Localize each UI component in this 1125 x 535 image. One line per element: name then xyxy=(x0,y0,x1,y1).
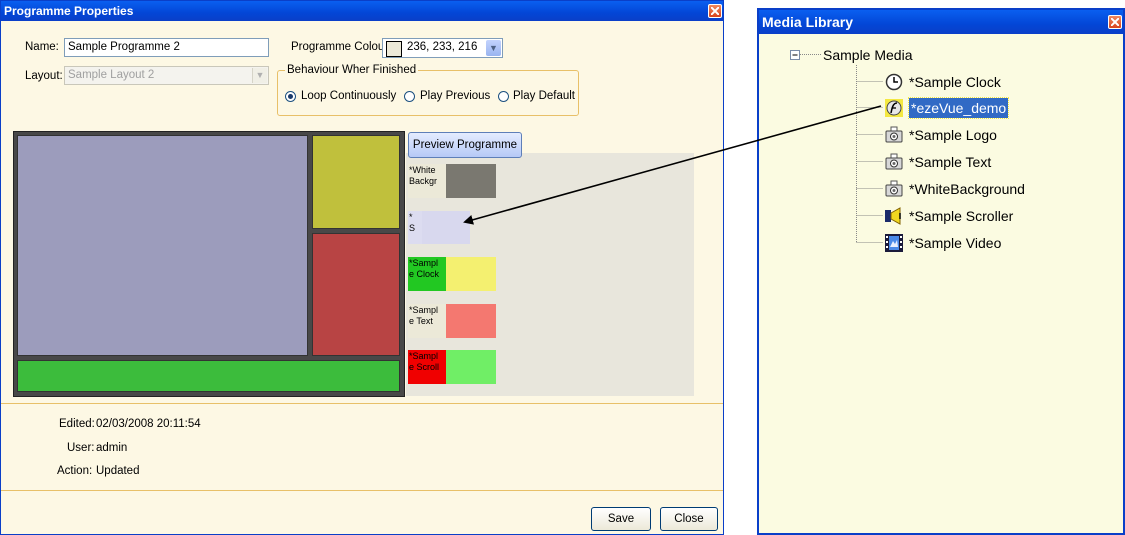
region-mid-right[interactable] xyxy=(312,233,400,356)
media-tile-white-background[interactable]: *White Backgr xyxy=(408,164,496,198)
layout-select[interactable]: Sample Layout 2 ▼ xyxy=(64,66,269,85)
play-default-label[interactable]: Play Default xyxy=(513,90,575,102)
loop-continuously-radio[interactable] xyxy=(285,91,296,102)
programme-colour-value: 236, 233, 216 xyxy=(407,41,478,53)
tree-item-ezevue-demo[interactable]: *ezeVue_demo xyxy=(885,97,1075,119)
layout-canvas xyxy=(13,131,405,397)
media-library-window: Media Library Sample Media *Sample Clock… xyxy=(757,8,1125,535)
tree-item-sample-clock[interactable]: *Sample Clock xyxy=(885,71,1075,93)
tree-item-label: *ezeVue_demo xyxy=(907,97,1010,119)
close-icon xyxy=(711,7,719,15)
action-value: Updated xyxy=(96,465,140,477)
tile-label: *Sampl e Scroll xyxy=(408,350,446,384)
tree-item-label: *Sample Logo xyxy=(909,127,997,143)
tree-item-label: *WhiteBackground xyxy=(909,181,1025,197)
media-library-close-button[interactable] xyxy=(1108,15,1122,29)
camera-icon xyxy=(885,180,903,197)
tile-label: *White Backgr xyxy=(408,164,446,198)
region-top-right[interactable] xyxy=(312,135,400,229)
action-label: Action: xyxy=(57,465,93,477)
play-previous-radio[interactable] xyxy=(404,91,415,102)
region-bottom[interactable] xyxy=(17,360,400,392)
tile-label: * S xyxy=(408,211,422,244)
media-tile-sample-clock[interactable]: *Sampl e Clock xyxy=(408,257,496,291)
programme-colour-select[interactable]: 236, 233, 216 ▼ xyxy=(382,38,503,58)
close-window-button[interactable] xyxy=(708,4,722,18)
edited-value: 02/03/2008 20:11:54 xyxy=(96,418,201,430)
tree-item-label: *Sample Video xyxy=(909,235,1002,251)
camera-icon xyxy=(885,153,903,170)
tree-item-label: *Sample Scroller xyxy=(909,208,1014,224)
tree-item-label: *Sample Text xyxy=(909,154,992,170)
tree-item-sample-scroller[interactable]: *Sample Scroller xyxy=(885,205,1085,227)
tree-root-sample-media[interactable]: Sample Media xyxy=(823,44,913,66)
tree-item-sample-text[interactable]: *Sample Text xyxy=(885,151,1075,173)
colour-swatch xyxy=(386,41,402,57)
user-value: admin xyxy=(96,442,128,454)
flash-icon xyxy=(885,99,903,117)
layout-label: Layout: xyxy=(25,70,63,82)
tree-collapse-toggle[interactable] xyxy=(790,50,800,60)
programme-properties-titlebar[interactable]: Programme Properties xyxy=(1,1,723,21)
programme-properties-window: Programme Properties Name: Sample Progra… xyxy=(0,0,724,535)
media-tile-sample-text[interactable]: *Sampl e Text xyxy=(408,304,496,338)
media-tile-selected[interactable]: * S xyxy=(408,211,470,244)
chevron-down-icon: ▼ xyxy=(486,40,501,56)
window-title: Programme Properties xyxy=(4,4,134,18)
tree-item-sample-logo[interactable]: *Sample Logo xyxy=(885,124,1075,146)
film-icon xyxy=(885,234,903,252)
user-label: User: xyxy=(67,442,95,454)
footer-divider xyxy=(1,490,723,491)
tree-item-label: *Sample Clock xyxy=(909,74,1001,90)
layout-select-value: Sample Layout 2 xyxy=(68,69,155,81)
edited-label: Edited: xyxy=(59,418,95,430)
tile-label: *Sampl e Text xyxy=(408,304,446,338)
behaviour-group-label: Behaviour Wher Finished xyxy=(285,64,419,76)
tree-item-sample-video[interactable]: *Sample Video xyxy=(885,232,1075,254)
name-field[interactable]: Sample Programme 2 xyxy=(64,38,269,57)
close-icon xyxy=(1111,18,1119,26)
play-default-radio[interactable] xyxy=(498,91,509,102)
save-button[interactable]: Save xyxy=(591,507,651,531)
close-button[interactable]: Close xyxy=(660,507,718,531)
camera-icon xyxy=(885,126,903,143)
media-tile-sample-scroller[interactable]: *Sampl e Scroll xyxy=(408,350,496,384)
chevron-down-icon: ▼ xyxy=(252,68,267,83)
play-previous-label[interactable]: Play Previous xyxy=(420,90,490,102)
clock-icon xyxy=(885,73,903,91)
section-divider xyxy=(1,403,723,404)
preview-programme-button[interactable]: Preview Programme xyxy=(408,132,522,158)
name-label: Name: xyxy=(25,41,59,53)
tree-item-white-background[interactable]: *WhiteBackground xyxy=(885,178,1085,200)
programme-colour-label: Programme Colour: xyxy=(291,41,392,53)
loop-continuously-label[interactable]: Loop Continuously xyxy=(301,90,396,102)
tile-label: *Sampl e Clock xyxy=(408,257,446,291)
region-main[interactable] xyxy=(17,135,308,356)
megaphone-icon xyxy=(885,207,901,225)
